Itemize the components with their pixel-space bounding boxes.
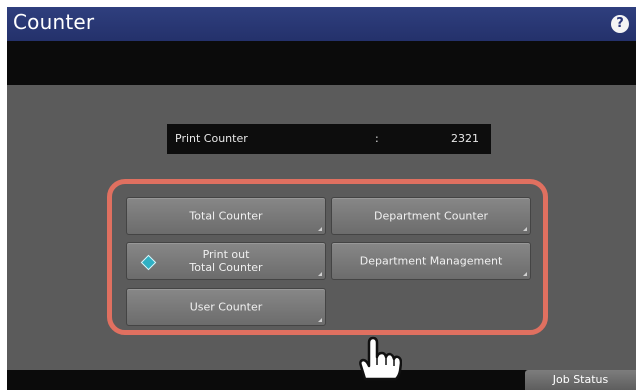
title-bar: Counter ? bbox=[7, 7, 636, 41]
print-counter-separator: : bbox=[375, 132, 379, 145]
print-counter-display: Print Counter : 2321 bbox=[167, 124, 491, 154]
help-icon[interactable]: ? bbox=[611, 15, 629, 33]
counter-screen: Counter ? Print Counter : 2321 Total Cou… bbox=[7, 7, 636, 390]
print-counter-label: Print Counter bbox=[175, 132, 248, 145]
highlight-frame bbox=[107, 179, 548, 335]
message-bar bbox=[7, 41, 636, 85]
job-status-button[interactable]: Job Status bbox=[525, 370, 636, 390]
pointing-hand-icon bbox=[359, 336, 402, 381]
print-counter-value: 2321 bbox=[451, 132, 479, 145]
screen-title: Counter bbox=[13, 10, 95, 34]
